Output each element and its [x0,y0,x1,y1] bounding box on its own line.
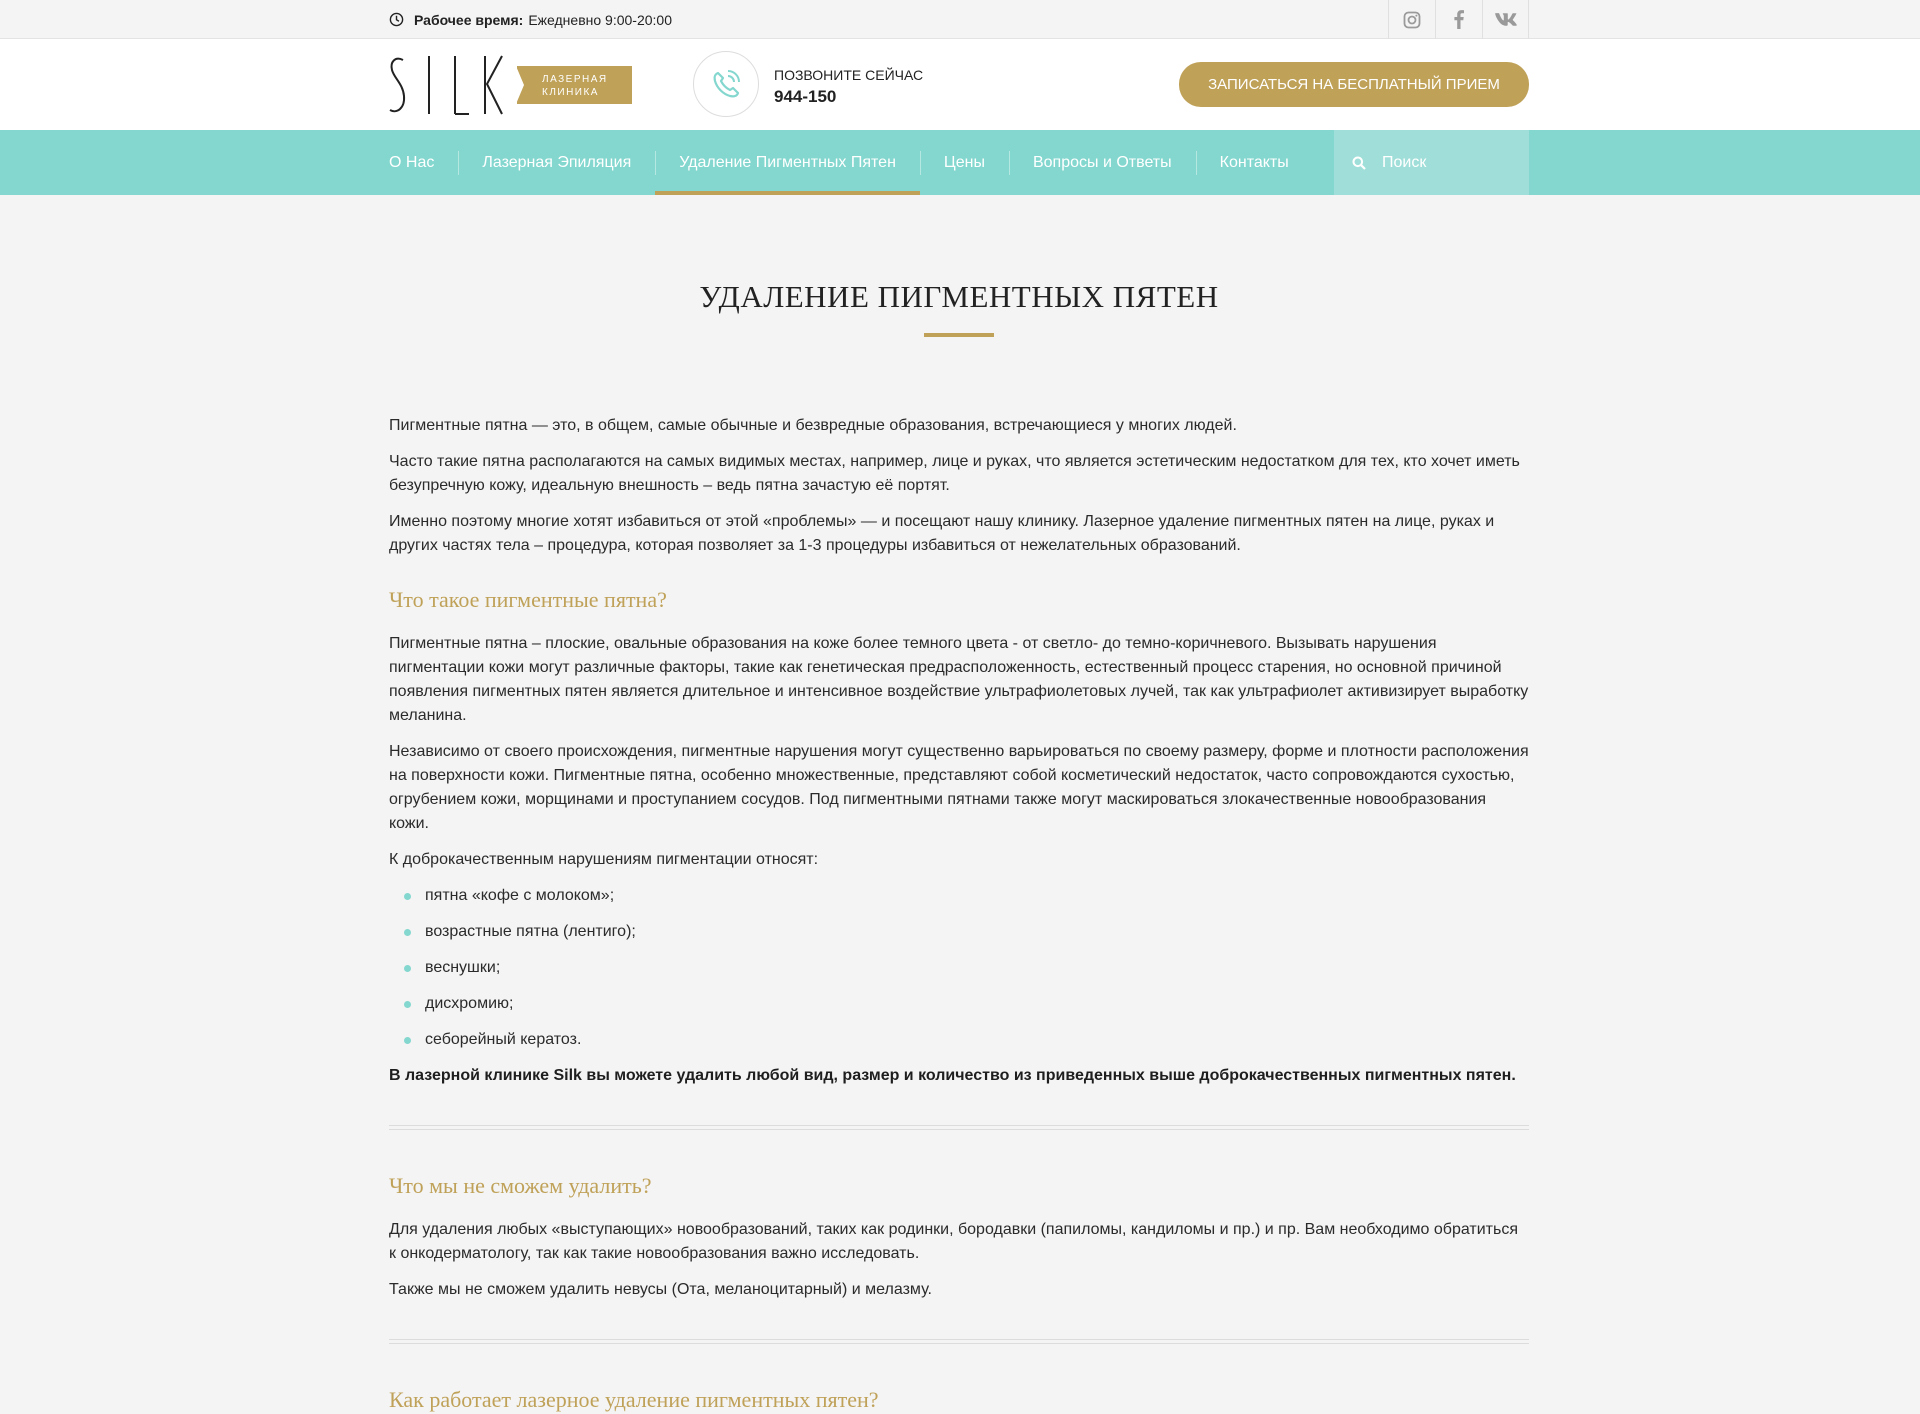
working-hours-value: Ежедневно 9:00-20:00 [528,11,672,28]
nav-item-laser-epilation[interactable]: Лазерная Эпиляция [458,130,655,195]
section-paragraph: К доброкачественным нарушениям пигментац… [389,851,819,868]
search-box [1334,130,1529,195]
top-bar: Рабочее время: Ежедневно 9:00-20:00 [0,0,1920,39]
nav-item-pigment-removal[interactable]: Удаление Пигментных Пятен [655,130,920,195]
search-icon[interactable] [1352,156,1366,170]
social-links [1388,0,1529,39]
section-paragraph: Также мы не сможем удалить невусы (Ота, … [389,1281,932,1298]
header: ЛАЗЕРНАЯ КЛИНИКА ПОЗВОНИТЕ СЕЙЧАС 944-15… [0,39,1920,130]
clock-icon [389,12,404,27]
instagram-link[interactable] [1388,0,1435,39]
benign-pigmentation-list: пятна «кофе с молоком»; возрастные пятна… [389,884,1529,1052]
list-item: пятна «кофе с молоком»; [389,884,1529,908]
page-title: УДАЛЕНИЕ ПИГМЕНТНЫХ ПЯТЕН [699,279,1219,314]
phone-label: ПОЗВОНИТЕ СЕЙЧАС [774,67,924,83]
section-paragraph: Независимо от своего происхождения, пигм… [389,743,1529,832]
working-hours: Рабочее время: Ежедневно 9:00-20:00 [389,12,672,28]
vk-link[interactable] [1482,0,1529,39]
logo-badge: ЛАЗЕРНАЯ КЛИНИКА [516,66,632,104]
section-paragraph: Для удаления любых «выступающих» новообр… [389,1221,1518,1262]
nav-item-faq[interactable]: Вопросы и Ответы [1008,130,1196,195]
phone-block: ПОЗВОНИТЕ СЕЙЧАС 944-150 [774,67,923,107]
article-body: Пигментные пятна — это, в общем, самые о… [389,414,1529,1412]
section-heading: Что такое пигментные пятна? [389,587,667,612]
intro-paragraph: Именно поэтому многие хотят избавиться о… [389,513,1495,554]
list-item: возрастные пятна (лентиго); [389,920,1529,944]
phone-number[interactable]: 944-150 [774,87,923,107]
nav-item-about[interactable]: О Нас [389,130,458,195]
logo-badge-line1: ЛАЗЕРНАЯ [542,74,608,85]
section-divider [389,1125,1529,1130]
phone-button[interactable] [693,51,759,117]
vk-icon [1494,13,1517,26]
facebook-link[interactable] [1435,0,1482,39]
phone-icon [713,70,740,98]
list-item: дисхромию; [389,992,1529,1016]
intro-paragraph: Пигментные пятна — это, в общем, самые о… [389,417,1237,434]
free-appointment-button[interactable]: ЗАПИСАТЬСЯ НА БЕСПЛАТНЫЙ ПРИЕМ [1179,62,1529,107]
intro-paragraph: Часто такие пятна располагаются на самых… [389,453,1520,494]
facebook-icon [1454,10,1464,29]
title-underline [924,333,994,337]
main-nav: О Нас Лазерная Эпиляция Удаление Пигмент… [0,130,1920,195]
list-item: себорейный кератоз. [389,1028,1529,1052]
section-heading: Как работает лазерное удаление пигментны… [389,1387,879,1412]
list-item: веснушки; [389,956,1529,980]
nav-item-contacts[interactable]: Контакты [1195,130,1313,195]
instagram-icon [1403,11,1421,28]
silk-logo-wordmark [389,55,503,115]
nav-item-prices[interactable]: Цены [919,130,1009,195]
logo[interactable]: ЛАЗЕРНАЯ КЛИНИКА [389,54,632,116]
section-divider [389,1339,1529,1344]
section-heading: Что мы не сможем удалить? [389,1173,652,1198]
section-paragraph: Пигментные пятна – плоские, овальные обр… [389,635,1529,724]
search-input[interactable] [1382,153,1512,172]
bold-note: В лазерной клинике Silk вы можете удалит… [389,1067,1516,1084]
main-content: УДАЛЕНИЕ ПИГМЕНТНЫХ ПЯТЕН Пигментные пят… [0,195,1920,1412]
logo-badge-line2: КЛИНИКА [542,87,599,98]
working-hours-label: Рабочее время: [414,11,524,28]
